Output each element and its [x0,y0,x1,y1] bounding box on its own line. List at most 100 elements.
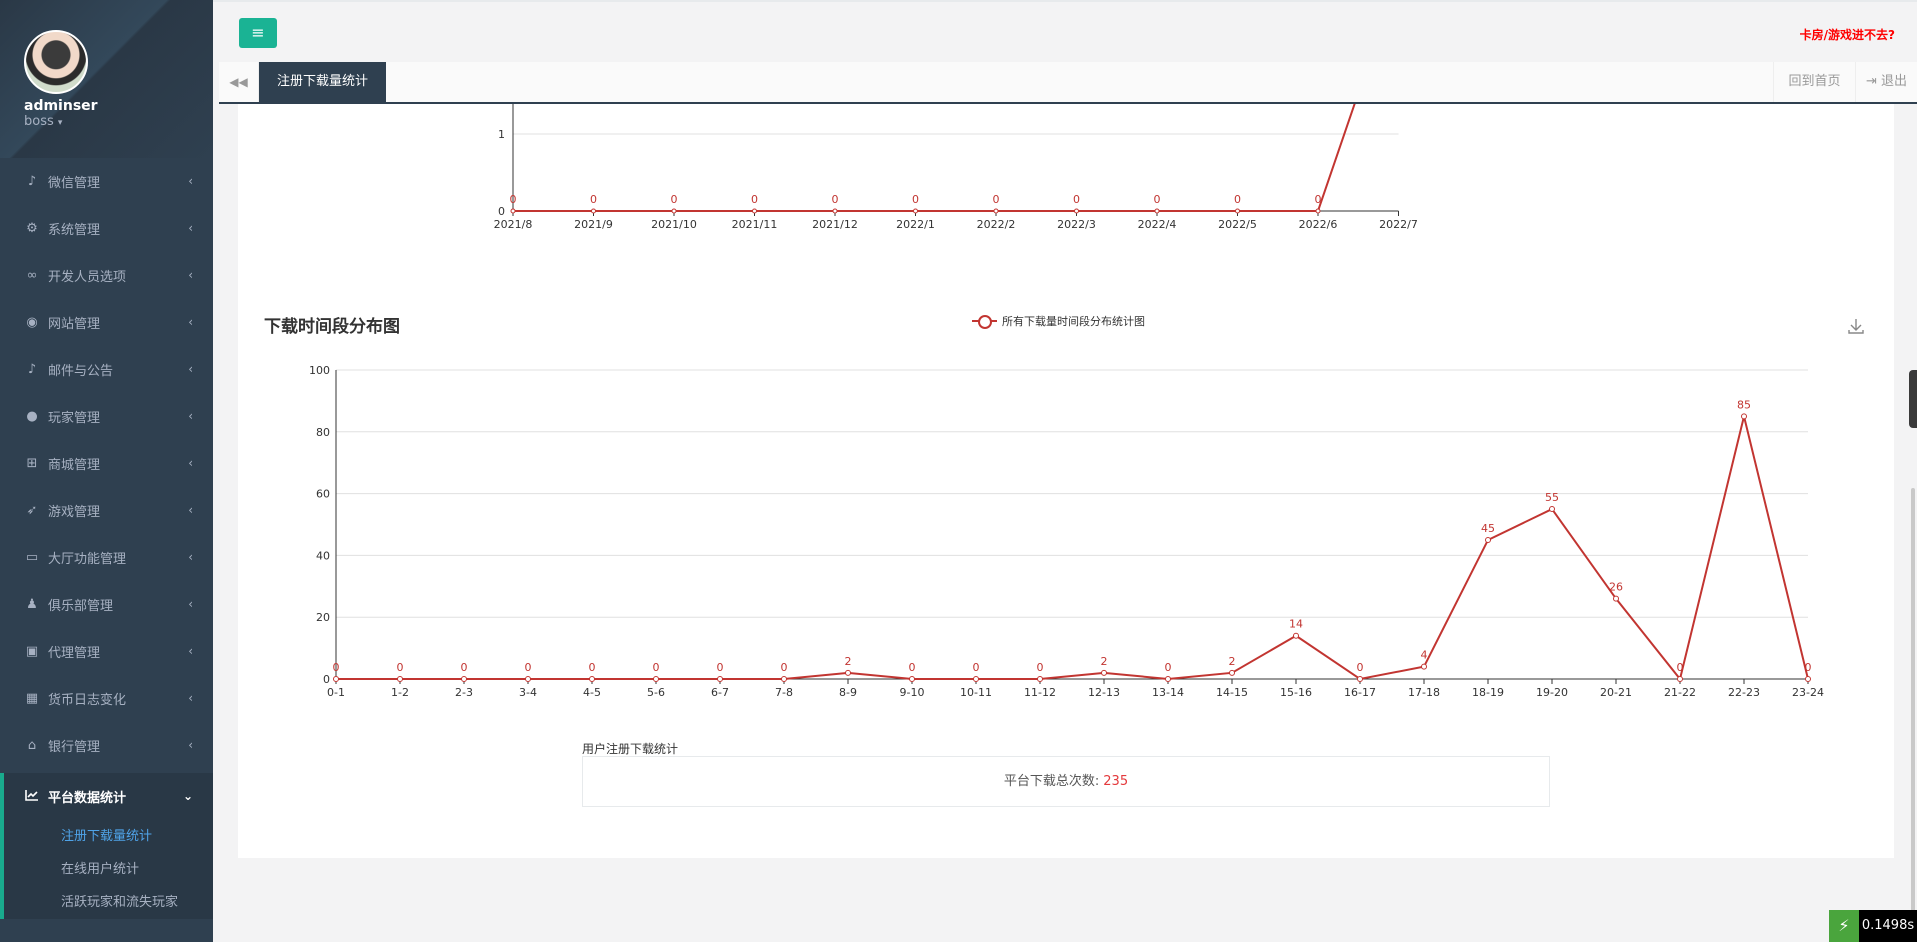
data-point [397,676,403,682]
sidebar-item[interactable]: ♪ 微信管理 ‹ [0,158,213,205]
x-tick-label: 2022/2 [977,218,1016,231]
x-tick-label: 2022/7 [1379,218,1418,231]
data-label: 55 [1545,491,1559,504]
data-point [832,208,838,214]
data-point [1293,632,1299,639]
data-label: 2 [1229,655,1236,668]
submenu-item-register-download[interactable]: 注册下载量统计 [4,820,213,853]
data-label: 0 [973,661,980,674]
sidebar-item-label: 玩家管理 [48,411,101,426]
data-point [1037,676,1043,682]
data-label: 0 [589,661,596,674]
x-tick-label: 5-6 [647,686,665,699]
user-role-label: boss [24,114,54,129]
tab-scroll-left-button[interactable]: ◀◀ [219,62,259,102]
menu-toggle-button[interactable]: ≡ [239,18,277,48]
chevron-left-icon: ‹ [188,409,193,423]
legend-label: 所有下载量时间段分布统计图 [1002,315,1145,328]
data-point [1074,208,1079,214]
data-label: 0 [653,661,660,674]
calendar-icon: ▦ [25,691,39,706]
cart-icon: ⊞ [26,456,38,471]
data-point [909,676,915,682]
sidebar-item[interactable]: ⌂ 银行管理 ‹ [0,722,213,769]
sidebar-item[interactable]: ∞ 开发人员选项 ‹ [0,252,213,299]
chrome-icon: ◉ [26,315,38,330]
sidebar-item[interactable]: ▦ 货币日志变化 ‹ [0,675,213,722]
user-role-dropdown[interactable]: boss ▾ [24,114,213,129]
sidebar-item[interactable]: ▣ 代理管理 ‹ [0,628,213,675]
data-label: 0 [751,193,758,206]
lock-icon: ▣ [25,644,39,659]
sidebar-item[interactable]: ▭ 大厅功能管理 ‹ [0,534,213,581]
x-tick-label: 2022/4 [1138,218,1177,231]
cogs-icon: ⚙ [26,221,38,236]
total-downloads-value: 235 [1103,774,1129,789]
x-tick-label: 2021/12 [812,218,858,231]
sidebar-item[interactable]: ⚙ 系统管理 ‹ [0,205,213,252]
sidebar-item[interactable]: ● 玩家管理 ‹ [0,393,213,440]
data-point [1485,536,1491,543]
x-tick-label: 21-22 [1664,686,1696,699]
data-point [1549,506,1555,513]
home-button[interactable]: 回到首页 [1773,62,1855,102]
data-label: 0 [1165,661,1172,674]
data-point [591,208,596,214]
legend-marker [972,314,997,329]
data-label: 0 [1805,661,1812,674]
charts-canvas: 0122021/82021/92021/102021/112021/122022… [309,104,1824,699]
data-label: 2 [845,655,852,668]
data-point [1229,669,1235,676]
logout-button[interactable]: ⇥ 退出 [1855,62,1917,102]
y-tick-label: 80 [316,426,330,439]
sidebar-item-label: 邮件与公告 [48,364,114,379]
x-tick-label: 16-17 [1344,686,1376,699]
data-point [1677,676,1683,682]
user-name: adminser [24,98,98,114]
scrollbar[interactable] [1911,488,1915,938]
submenu-item-online-users[interactable]: 在线用户统计 [4,853,213,886]
y-tick-label: 0 [498,205,505,218]
sidebar-item[interactable]: ➶ 游戏管理 ‹ [0,487,213,534]
x-tick-label: 18-19 [1472,686,1504,699]
submenu-item-active-lost-players[interactable]: 活跃玩家和流失玩家 [4,886,213,919]
chevron-down-icon: ⌄ [182,789,193,803]
data-label: 0 [397,661,404,674]
data-point [510,208,516,214]
tab-register-download[interactable]: 注册下载量统计 [259,62,386,104]
data-label: 0 [1154,193,1161,206]
sidebar-item[interactable]: ◉ 网站管理 ‹ [0,299,213,346]
x-tick-label: 2-3 [455,686,473,699]
x-tick-label: 2021/11 [732,218,778,231]
data-label: 0 [781,661,788,674]
chart-legend[interactable]: 所有下载量时间段分布统计图 [972,313,1145,329]
sidebar-item[interactable]: ♪ 邮件与公告 ‹ [0,346,213,393]
x-tick-label: 9-10 [900,686,925,699]
x-tick-label: 2021/8 [494,218,533,231]
sidebar-menu: ♪ 微信管理 ‹ ⚙ 系统管理 ‹ ∞ 开发人员选项 ‹ ◉ 网站管理 ‹ ♪ 邮件与公告 ‹ ● 玩家管理 ‹ ⊞… [0,158,213,769]
x-tick-label: 2022/3 [1057,218,1096,231]
data-label: 0 [1234,193,1241,206]
data-point [781,676,787,682]
chevron-left-icon: ‹ [188,738,193,752]
stats-box: 平台下载总次数: 235 [582,756,1550,807]
data-point [1235,208,1240,214]
data-point [1315,208,1321,214]
sidebar-item[interactable]: ⊞ 商城管理 ‹ [0,440,213,487]
tabs-bar: ◀◀ 注册下载量统计 回到首页 ⇥ 退出 [219,62,1917,104]
users-icon: ♟ [26,597,38,612]
sidebar-item-label: 平台数据统计 [48,791,127,806]
chevron-left-icon: ‹ [188,456,193,470]
data-point [845,669,851,676]
chevron-left-icon: ‹ [188,174,193,188]
side-panel-handle[interactable] [1909,370,1917,428]
chevron-left-icon: ‹ [188,597,193,611]
sidebar-item-platform-stats[interactable]: 平台数据统计 ⌄ [0,773,213,820]
data-point [717,676,723,682]
trouble-link[interactable]: 卡房/游戏进不去? [1800,26,1895,43]
data-point [1421,663,1427,670]
download-icon[interactable] [1846,316,1866,336]
sidebar-item[interactable]: ♟ 俱乐部管理 ‹ [0,581,213,628]
caret-down-icon: ▾ [57,118,63,128]
avatar[interactable] [24,30,88,94]
